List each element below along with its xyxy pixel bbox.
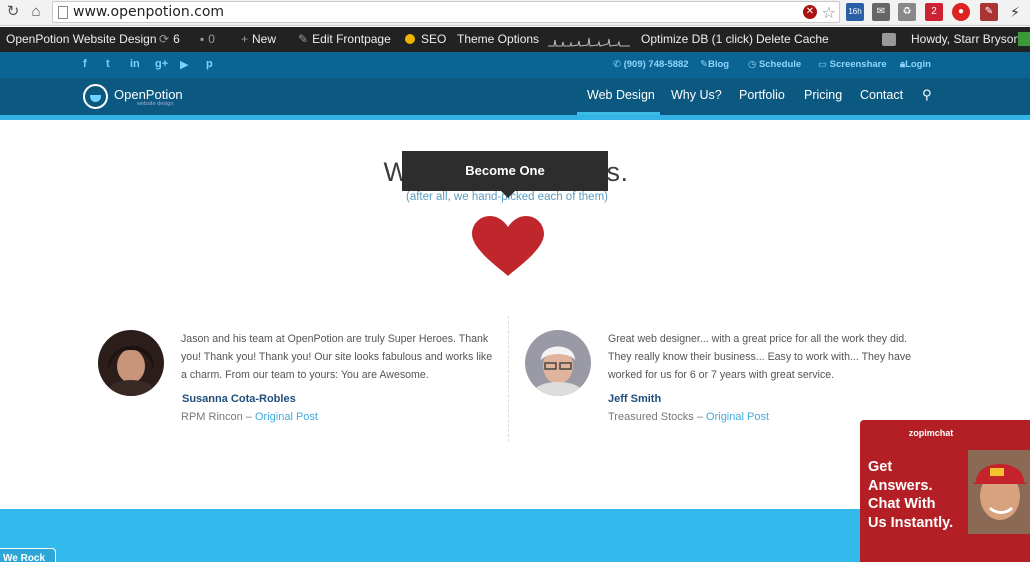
- nav-pricing[interactable]: Pricing: [804, 88, 842, 102]
- phone-link[interactable]: ✆ (909) 748-5882: [613, 59, 689, 70]
- url-text[interactable]: www.openpotion.com: [73, 4, 224, 20]
- page-icon: [58, 6, 68, 19]
- phone-icon: ✆: [613, 59, 624, 70]
- testimonial-company: RPM Rincon – Original Post: [181, 411, 318, 423]
- search-icon[interactable]: ⚲: [922, 87, 932, 103]
- wp-comments[interactable]: ▪ 0: [200, 27, 215, 52]
- tooltip-arrow: [501, 191, 515, 198]
- testimonial-company: Treasured Stocks – Original Post: [608, 411, 770, 423]
- screenshare-text: Screenshare: [829, 59, 887, 70]
- browser-toolbar: ↻ ⌂ www.openpotion.com ✕ ☆ 16h ✉ ♻ 2 ● ✎…: [0, 0, 1030, 26]
- testimonial-text: Jason and his team at OpenPotion are tru…: [181, 333, 493, 381]
- lastpass-ext-icon[interactable]: 2: [925, 3, 943, 21]
- testimonial-author: Susanna Cota-Robles: [182, 393, 296, 405]
- calendar-ext-badge: 16h: [848, 7, 862, 16]
- wp-new-label: New: [252, 32, 277, 46]
- chat-agent-photo: [968, 450, 1030, 534]
- login-text: Login: [905, 59, 931, 70]
- we-rock-tab[interactable]: We Rock: [0, 548, 56, 562]
- company-name: RPM Rincon: [181, 411, 243, 423]
- updates-icon: ⟳: [159, 32, 170, 46]
- clock-icon: ◷: [748, 59, 759, 70]
- linkedin-icon[interactable]: in: [130, 58, 140, 70]
- facebook-icon[interactable]: f: [83, 58, 87, 70]
- chat-line: Us Instantly.: [868, 514, 954, 531]
- site-topbar: f t in g+ ▶ p ✆ (909) 748-5882 ✎Blog ◷ S…: [0, 52, 1030, 78]
- chat-line: Answers.: [868, 477, 933, 494]
- twitter-icon[interactable]: t: [106, 58, 110, 70]
- nav-contact[interactable]: Contact: [860, 88, 903, 102]
- wp-new[interactable]: + New: [241, 27, 276, 52]
- original-post-link[interactable]: Original Post: [706, 411, 769, 423]
- youtube-icon[interactable]: ▶: [180, 58, 188, 71]
- company-name: Treasured Stocks: [608, 411, 694, 423]
- wp-site-name[interactable]: OpenPotion Website Design: [6, 27, 157, 52]
- logo-potion-icon[interactable]: [83, 84, 108, 109]
- header-accent-stripe: [0, 115, 1030, 120]
- testimonial-text: Great web designer... with a great price…: [608, 333, 912, 381]
- googleplus-icon[interactable]: g+: [155, 58, 168, 70]
- nav-web-design[interactable]: Web Design: [587, 88, 655, 102]
- wp-delete-cache[interactable]: Delete Cache: [756, 27, 829, 52]
- logo-tagline: website design: [137, 101, 174, 107]
- wp-seo-label: SEO: [421, 32, 447, 46]
- pencil-icon: ✎: [298, 32, 309, 46]
- wp-edit-frontpage[interactable]: ✎ Edit Frontpage: [298, 27, 391, 52]
- address-bar[interactable]: www.openpotion.com ✕ ☆: [52, 1, 840, 23]
- testimonial-author: Jeff Smith: [608, 393, 662, 405]
- lastpass-ext-badge: 2: [931, 6, 937, 17]
- heart-icon[interactable]: [472, 216, 544, 278]
- notification-icon[interactable]: [882, 33, 896, 46]
- blog-link[interactable]: ✎Blog: [700, 59, 729, 70]
- wp-edit-label: Edit Frontpage: [312, 32, 391, 46]
- site-header: OpenPotion website design Web Design Why…: [0, 78, 1030, 115]
- pinterest-icon[interactable]: p: [206, 58, 213, 70]
- wp-updates[interactable]: ⟳ 6: [159, 27, 180, 52]
- tools-ext-icon[interactable]: ✎: [980, 3, 998, 21]
- nav-why-us[interactable]: Why Us?: [671, 88, 722, 102]
- testimonial-photo-susanna: [98, 330, 164, 396]
- wp-optimize-db[interactable]: Optimize DB (1 click): [641, 27, 753, 52]
- comment-icon: ▪: [200, 32, 205, 46]
- stop-icon[interactable]: ✕: [803, 5, 817, 19]
- chat-line: Get: [868, 459, 893, 475]
- bookmark-star-icon[interactable]: ☆: [822, 3, 836, 23]
- zopim-chat-widget[interactable]: zopimchat Get Answers. Chat With Us Inst…: [860, 420, 1030, 562]
- screen-icon: ▭: [818, 59, 830, 70]
- schedule-text: Schedule: [758, 59, 802, 70]
- wp-howdy[interactable]: Howdy, Starr Bryson: [911, 27, 1020, 52]
- calendar-ext-icon[interactable]: 16h: [846, 3, 864, 21]
- phone-text: (909) 748-5882: [623, 59, 689, 70]
- wp-comments-count: 0: [208, 32, 215, 46]
- nav-portfolio[interactable]: Portfolio: [739, 88, 785, 102]
- recycle-icon[interactable]: ♻: [898, 3, 916, 21]
- stats-sparkline[interactable]: [548, 32, 630, 47]
- reload-icon[interactable]: ↻: [4, 3, 22, 21]
- wp-updates-count: 6: [173, 32, 180, 46]
- testimonial-photo-jeff: [525, 330, 591, 396]
- login-link[interactable]: 🔒︎Login: [900, 59, 931, 70]
- mail-icon[interactable]: ✉: [872, 3, 890, 21]
- chat-line: Chat With: [868, 496, 936, 512]
- wp-theme-options[interactable]: Theme Options: [457, 27, 539, 52]
- plus-icon: +: [241, 32, 249, 46]
- schedule-link[interactable]: ◷ Schedule: [748, 59, 801, 70]
- wp-admin-bar: OpenPotion Website Design ⟳ 6 ▪ 0 + New ✎ Ed…: [0, 27, 1030, 52]
- home-icon[interactable]: ⌂: [27, 3, 45, 21]
- lightning-ext-icon[interactable]: ⚡: [1006, 3, 1024, 21]
- chat-prompt[interactable]: Get Answers. Chat With Us Instantly.: [868, 458, 976, 532]
- blog-text: Blog: [707, 59, 730, 70]
- user-avatar[interactable]: [1018, 32, 1030, 46]
- seo-status-dot: [405, 34, 415, 44]
- testimonial-divider: [508, 316, 509, 442]
- become-one-tooltip[interactable]: Become One: [402, 151, 608, 191]
- original-post-link[interactable]: Original Post: [255, 411, 318, 423]
- pencil-icon: ✎: [700, 59, 708, 70]
- wp-seo[interactable]: SEO: [405, 27, 446, 52]
- logo-name[interactable]: OpenPotion: [114, 87, 183, 102]
- zopim-brand: zopimchat: [908, 428, 954, 438]
- screenshare-link[interactable]: ▭ Screenshare: [818, 59, 887, 70]
- adblock-icon[interactable]: ●: [952, 3, 970, 21]
